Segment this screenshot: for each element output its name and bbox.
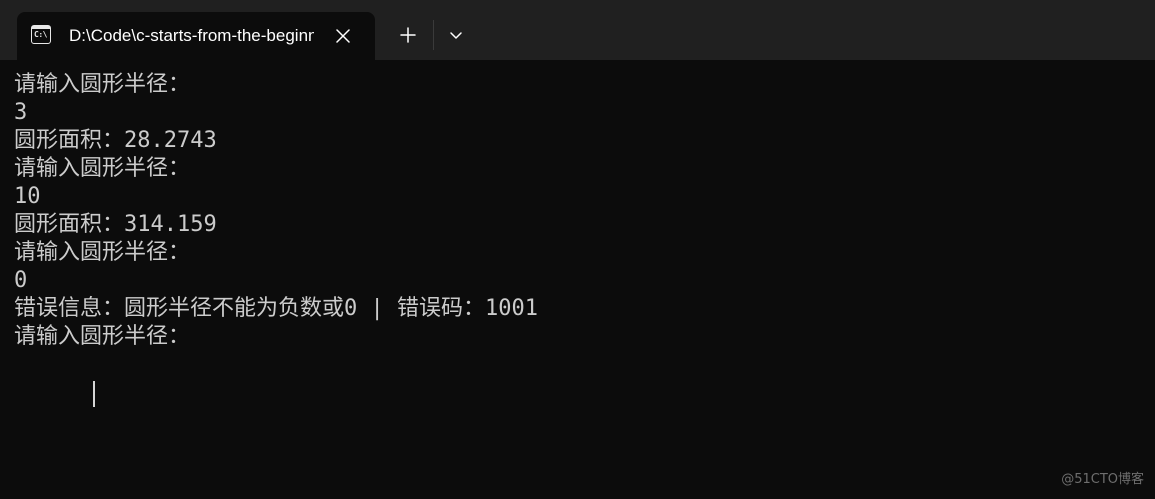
terminal-line: 请输入圆形半径：: [14, 156, 191, 181]
terminal-line: 3: [14, 100, 28, 125]
watermark: @51CTO博客: [1061, 472, 1144, 487]
terminal-icon-glyph: C:\: [34, 30, 47, 39]
tab-divider: [433, 20, 434, 50]
tab-bar: C:\ D:\Code\c-starts-from-the-beginning: [0, 0, 1155, 60]
close-icon: [336, 29, 350, 43]
terminal-cursor-line: [14, 351, 1155, 407]
plus-icon: [400, 27, 416, 43]
new-tab-button[interactable]: [392, 19, 424, 51]
tab-terminal[interactable]: C:\ D:\Code\c-starts-from-the-beginning: [17, 12, 375, 60]
tab-title: D:\Code\c-starts-from-the-beginning: [69, 26, 314, 45]
new-tab-dropdown-button[interactable]: [440, 19, 472, 51]
terminal-line: 圆形面积：28.2743: [14, 128, 217, 153]
terminal-line: 请输入圆形半径：: [14, 324, 191, 349]
terminal-line: 错误信息：圆形半径不能为负数或0 | 错误码：1001: [14, 296, 538, 321]
terminal-line: 圆形面积：314.159: [14, 212, 217, 237]
text-cursor: [93, 381, 95, 407]
terminal-window: C:\ D:\Code\c-starts-from-the-beginning …: [0, 0, 1155, 499]
close-tab-button[interactable]: [329, 22, 357, 50]
chevron-down-icon: [450, 32, 462, 39]
terminal-line: 请输入圆形半径：: [14, 240, 191, 265]
terminal-line: 0: [14, 268, 28, 293]
terminal-output[interactable]: 请输入圆形半径： 3 圆形面积：28.2743 请输入圆形半径： 10 圆形面积…: [0, 60, 1155, 499]
terminal-icon: C:\: [31, 25, 51, 44]
terminal-line: 10: [14, 184, 41, 209]
terminal-line: 请输入圆形半径：: [14, 72, 191, 97]
